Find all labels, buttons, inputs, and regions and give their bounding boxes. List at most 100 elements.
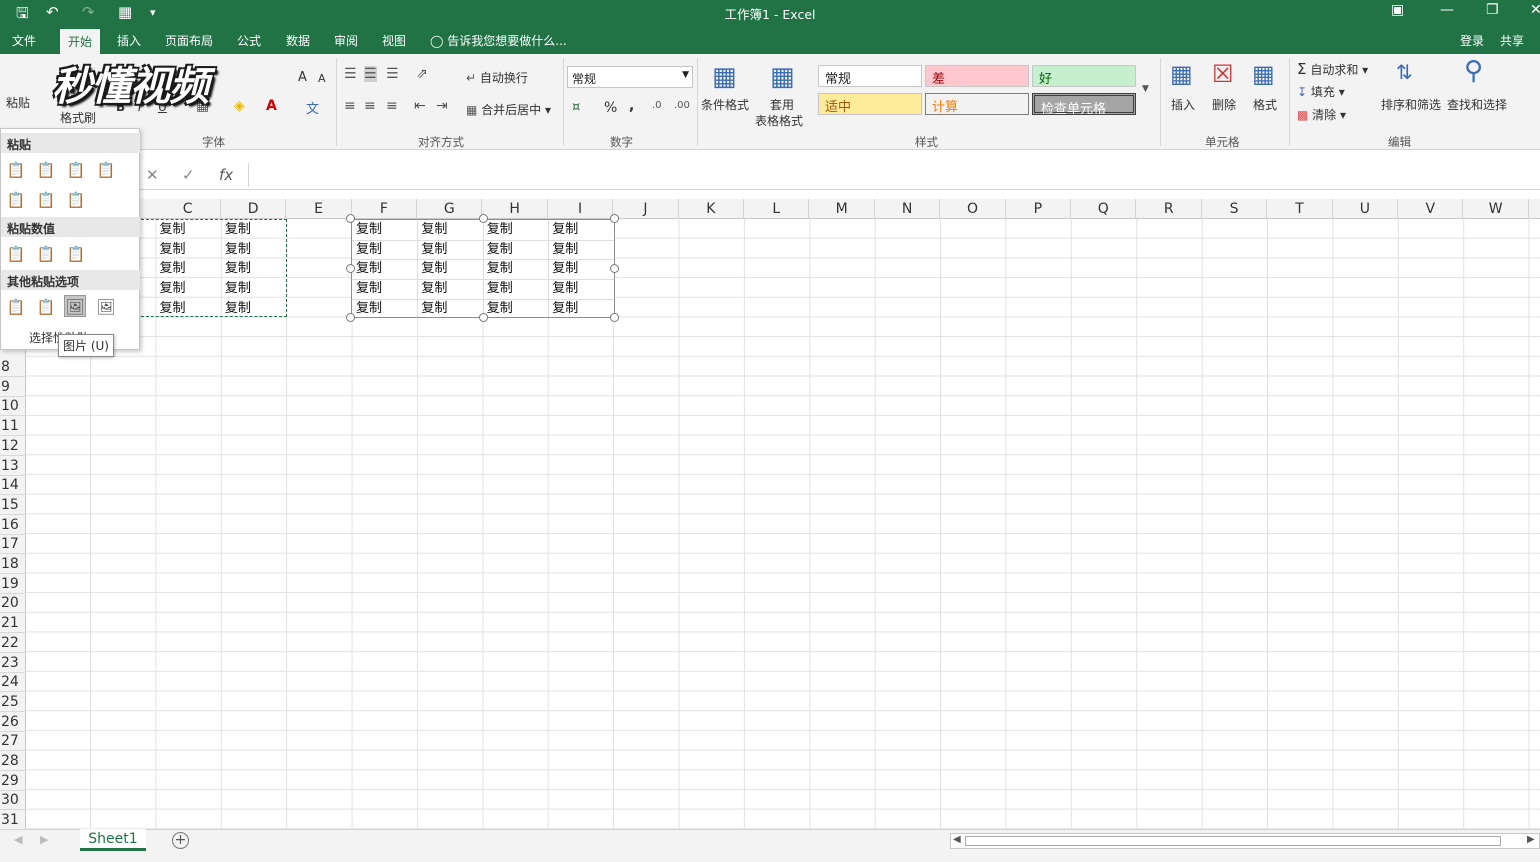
tab-page-layout[interactable]: 页面布局 (165, 32, 213, 49)
format-cells-icon[interactable]: ▦ (1252, 60, 1275, 88)
delete-cells-button[interactable]: 删除 (1212, 96, 1236, 113)
ribbon-display-icon[interactable]: ▣ (1391, 2, 1404, 18)
column-header[interactable]: M (810, 199, 875, 219)
autosum-button[interactable]: Σ 自动求和 ▾ (1297, 60, 1368, 78)
row-header[interactable]: 13 (0, 456, 26, 476)
shrink-font-button[interactable]: A (318, 72, 326, 85)
cell[interactable]: 复制 (160, 259, 186, 278)
style-normal[interactable]: 常规 (818, 65, 922, 87)
style-good[interactable]: 好 (1032, 65, 1136, 87)
column-header[interactable]: O (940, 199, 1006, 219)
column-header[interactable]: Q (1071, 199, 1137, 219)
cell[interactable]: 复制 (225, 240, 251, 259)
format-cells-button[interactable]: 格式 (1253, 96, 1277, 113)
paste-icon[interactable]: 📋 (5, 159, 27, 181)
column-header[interactable]: S (1202, 199, 1268, 219)
paste-keep-column-widths-icon[interactable]: 📋 (35, 189, 57, 211)
fill-button[interactable]: ↧ 填充 ▾ (1297, 83, 1345, 100)
column-header[interactable]: V (1398, 199, 1464, 219)
tab-data[interactable]: 数据 (286, 32, 310, 49)
column-header[interactable]: J (613, 199, 679, 219)
styles-scroll-icon[interactable]: ▼ (1142, 84, 1149, 94)
resize-handle[interactable] (346, 313, 355, 322)
align-center-icon[interactable]: ≡ (364, 98, 376, 114)
column-header[interactable]: D (221, 199, 287, 219)
login-link[interactable]: 登录 (1460, 32, 1484, 49)
paste-formulas-icon[interactable]: 📋 (35, 159, 57, 181)
column-header[interactable]: T (1267, 199, 1333, 219)
sheet-tab[interactable]: Sheet1 (80, 829, 146, 851)
cell[interactable]: 复制 (225, 299, 251, 318)
close-icon[interactable]: ✕ (1530, 2, 1540, 18)
add-sheet-icon[interactable]: + (172, 832, 189, 849)
row-header[interactable]: 11 (0, 416, 26, 437)
share-button[interactable]: 共享 (1500, 32, 1524, 49)
row-header[interactable]: 29 (0, 771, 26, 791)
column-header[interactable]: R (1137, 199, 1202, 219)
resize-handle[interactable] (479, 214, 488, 223)
cancel-icon[interactable]: ✕ (146, 166, 159, 184)
column-header[interactable]: N (875, 199, 941, 219)
cell[interactable]: 复制 (225, 279, 251, 298)
horizontal-scrollbar[interactable]: ◀ ▶ (950, 833, 1540, 849)
sort-filter-icon[interactable]: ⇅ (1396, 60, 1413, 84)
align-left-icon[interactable]: ≡ (344, 98, 356, 114)
paste-values-number-format-icon[interactable]: 📋 (35, 243, 57, 265)
increase-decimal-icon[interactable]: .0 (652, 100, 662, 111)
tab-file[interactable]: 文件 (12, 32, 36, 49)
resize-handle[interactable] (610, 313, 619, 322)
row-header[interactable]: 8 (0, 357, 26, 377)
percent-button[interactable]: % (604, 100, 617, 116)
resize-handle[interactable] (479, 313, 488, 322)
column-header[interactable]: U (1333, 199, 1399, 219)
row-header[interactable]: 28 (0, 751, 26, 771)
minimize-icon[interactable]: — (1440, 2, 1454, 18)
row-header[interactable]: 16 (0, 515, 26, 535)
row-header[interactable]: 14 (0, 475, 26, 496)
cell[interactable]: 复制 (160, 220, 186, 239)
phonetic-icon[interactable]: 文 (306, 98, 319, 117)
cell[interactable]: 复制 (160, 299, 186, 318)
sort-filter-button[interactable]: 排序和筛选 (1381, 96, 1441, 113)
row-header[interactable]: 21 (0, 613, 26, 634)
paste-keep-source-format-icon[interactable]: 📋 (95, 159, 117, 181)
decrease-indent-icon[interactable]: ⇤ (414, 98, 426, 114)
row-header[interactable]: 25 (0, 692, 26, 712)
find-select-icon[interactable]: ⚲ (1464, 56, 1483, 86)
number-format-select[interactable]: 常规 ▼ (567, 66, 693, 88)
paste-link-icon[interactable]: 📋 (35, 296, 57, 318)
row-header[interactable]: 26 (0, 712, 26, 732)
row-header[interactable]: 30 (0, 790, 26, 811)
paste-transpose-icon[interactable]: 📋 (65, 189, 87, 211)
resize-handle[interactable] (610, 214, 619, 223)
paste-picture-icon[interactable]: 🖼 (64, 295, 86, 317)
insert-cells-icon[interactable]: ▦ (1170, 60, 1193, 88)
tell-me-search[interactable]: ◯ 告诉我您想要做什么... (430, 32, 567, 49)
table-format-line1[interactable]: 套用 (770, 96, 794, 113)
row-header[interactable]: 18 (0, 554, 26, 574)
paste-values-source-format-icon[interactable]: 📋 (65, 243, 87, 265)
increase-indent-icon[interactable]: ⇥ (436, 98, 448, 114)
row-header[interactable]: 12 (0, 436, 26, 456)
enter-icon[interactable]: ✓ (182, 166, 195, 184)
style-check-cell[interactable]: 检查单元格 (1032, 93, 1136, 117)
tab-view[interactable]: 视图 (382, 32, 406, 49)
formula-input[interactable] (248, 163, 1540, 187)
align-middle-icon[interactable]: ☰ (364, 66, 377, 82)
paste-button[interactable]: 粘贴 (6, 94, 30, 111)
row-header[interactable]: 23 (0, 653, 26, 673)
resize-handle[interactable] (610, 264, 619, 273)
tab-insert[interactable]: 插入 (117, 32, 141, 49)
row-header[interactable]: 20 (0, 593, 26, 614)
style-bad[interactable]: 差 (925, 65, 1029, 87)
style-calculation[interactable]: 计算 (925, 93, 1029, 115)
row-header[interactable]: 27 (0, 731, 26, 752)
column-header[interactable]: C (156, 199, 221, 219)
conditional-format-icon[interactable]: ▦ (712, 62, 737, 92)
currency-icon[interactable]: ¤ (572, 100, 580, 115)
column-header[interactable]: H (483, 199, 548, 219)
find-select-button[interactable]: 查找和选择 (1447, 96, 1507, 113)
scroll-right-icon[interactable]: ▶ (1527, 834, 1535, 845)
align-top-icon[interactable]: ☰ (344, 66, 357, 82)
table-format-line2[interactable]: 表格格式 (755, 112, 803, 129)
